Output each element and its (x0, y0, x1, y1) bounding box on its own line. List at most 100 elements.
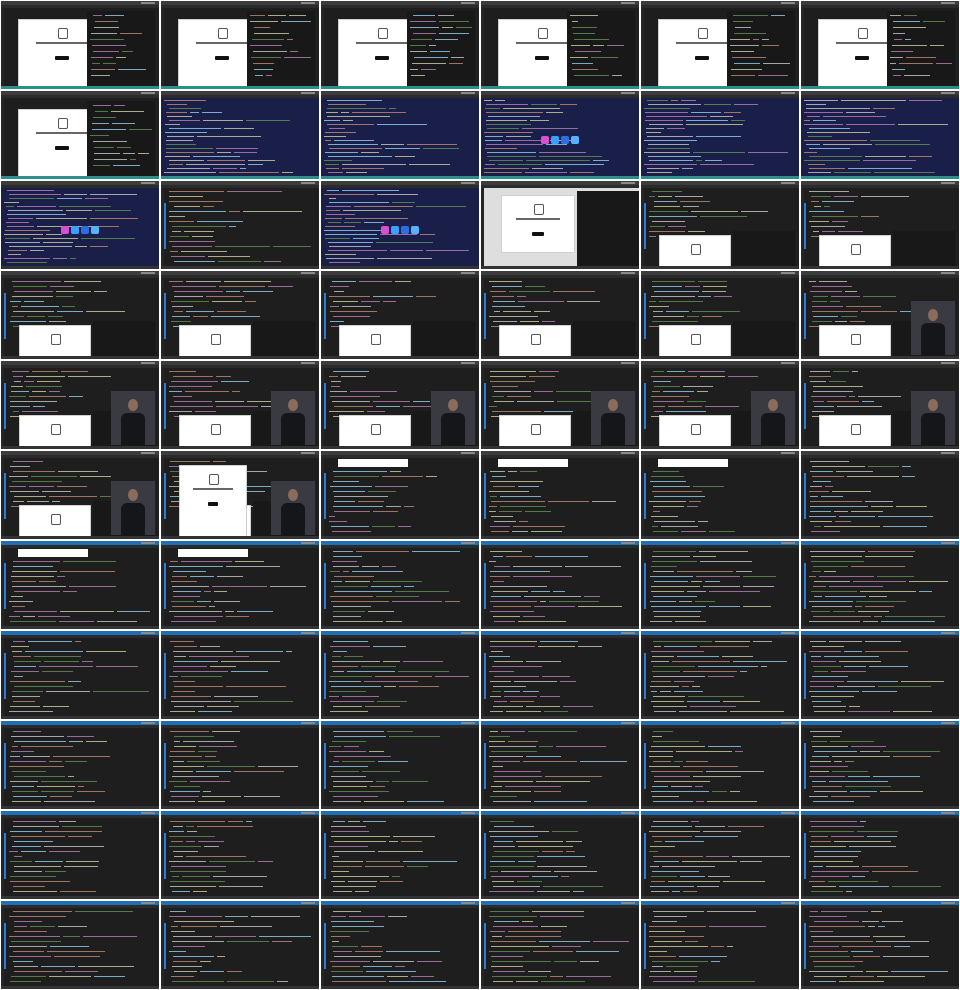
frame-thumbnail[interactable] (481, 901, 639, 989)
frame-thumbnail[interactable] (161, 541, 319, 629)
code-line (13, 961, 33, 962)
code-line (171, 976, 194, 977)
frame-thumbnail[interactable] (481, 181, 639, 269)
frame-thumbnail[interactable] (161, 271, 319, 359)
frame-thumbnail[interactable] (1, 631, 159, 719)
status-bar (801, 986, 959, 989)
frame-thumbnail[interactable] (481, 631, 639, 719)
app-icon[interactable] (391, 226, 399, 234)
frame-thumbnail[interactable] (801, 901, 959, 989)
frame-thumbnail[interactable] (641, 721, 799, 809)
frame-thumbnail[interactable] (801, 361, 959, 449)
frame-thumbnail[interactable] (321, 811, 479, 899)
frame-thumbnail[interactable] (641, 1, 799, 89)
app-icon[interactable] (551, 136, 559, 144)
frame-thumbnail[interactable] (1, 91, 159, 179)
frame-thumbnail[interactable] (481, 451, 639, 539)
code-line (232, 391, 240, 392)
frame-thumbnail[interactable] (321, 631, 479, 719)
code-line (865, 606, 894, 607)
frame-thumbnail[interactable] (641, 631, 799, 719)
app-icon[interactable] (411, 226, 419, 234)
frame-thumbnail[interactable] (1, 541, 159, 629)
frame-thumbnail[interactable] (641, 181, 799, 269)
frame-thumbnail[interactable] (801, 91, 959, 179)
code-line (68, 376, 111, 377)
frame-thumbnail[interactable] (1, 1, 159, 89)
frame-thumbnail[interactable] (481, 541, 639, 629)
side-panel (887, 11, 955, 86)
app-icon[interactable] (381, 226, 389, 234)
frame-thumbnail[interactable] (801, 271, 959, 359)
code-line (650, 886, 694, 887)
app-icon[interactable] (61, 226, 69, 234)
frame-thumbnail[interactable] (641, 541, 799, 629)
code-line (65, 761, 87, 762)
code-line (711, 946, 724, 947)
side-panel (727, 11, 795, 86)
frame-thumbnail[interactable] (161, 811, 319, 899)
frame-thumbnail[interactable] (801, 631, 959, 719)
frame-thumbnail[interactable] (1, 811, 159, 899)
frame-thumbnail[interactable] (321, 901, 479, 989)
frame-thumbnail[interactable] (1, 181, 159, 269)
frame-thumbnail[interactable] (1, 361, 159, 449)
code-line (893, 21, 920, 22)
frame-thumbnail[interactable] (641, 361, 799, 449)
frame-thumbnail[interactable] (161, 631, 319, 719)
frame-thumbnail[interactable] (161, 721, 319, 809)
code-line (865, 556, 913, 557)
frame-thumbnail[interactable] (161, 901, 319, 989)
frame-thumbnail[interactable] (801, 1, 959, 89)
app-icon[interactable] (541, 136, 549, 144)
code-line (809, 376, 831, 377)
app-icon[interactable] (91, 226, 99, 234)
menu-bar (161, 365, 319, 368)
frame-thumbnail[interactable] (641, 811, 799, 899)
app-icon[interactable] (401, 226, 409, 234)
frame-thumbnail[interactable] (481, 811, 639, 899)
code-line (231, 671, 268, 672)
frame-thumbnail[interactable] (481, 721, 639, 809)
frame-thumbnail[interactable] (481, 91, 639, 179)
frame-thumbnail[interactable] (801, 721, 959, 809)
app-icon[interactable] (71, 226, 79, 234)
frame-thumbnail[interactable] (1, 721, 159, 809)
frame-thumbnail[interactable] (321, 541, 479, 629)
frame-thumbnail[interactable] (481, 271, 639, 359)
frame-thumbnail[interactable] (321, 451, 479, 539)
frame-thumbnail[interactable] (161, 361, 319, 449)
frame-thumbnail[interactable] (321, 271, 479, 359)
frame-thumbnail[interactable] (161, 181, 319, 269)
frame-thumbnail[interactable] (801, 451, 959, 539)
frame-thumbnail[interactable] (641, 451, 799, 539)
code-line (90, 194, 137, 195)
frame-thumbnail[interactable] (1, 901, 159, 989)
frame-thumbnail[interactable] (321, 181, 479, 269)
frame-thumbnail[interactable] (161, 91, 319, 179)
frame-thumbnail[interactable] (481, 1, 639, 89)
frame-thumbnail[interactable] (1, 451, 159, 539)
frame-thumbnail[interactable] (1, 271, 159, 359)
code-line (644, 164, 697, 165)
code-line (486, 112, 543, 113)
code-line (692, 311, 740, 312)
frame-thumbnail[interactable] (641, 901, 799, 989)
code-line (849, 396, 855, 397)
frame-thumbnail[interactable] (321, 1, 479, 89)
frame-thumbnail[interactable] (481, 361, 639, 449)
frame-thumbnail[interactable] (801, 541, 959, 629)
code-line (386, 951, 440, 952)
app-icon[interactable] (81, 226, 89, 234)
frame-thumbnail[interactable] (801, 811, 959, 899)
app-icon[interactable] (571, 136, 579, 144)
frame-thumbnail[interactable] (321, 361, 479, 449)
frame-thumbnail[interactable] (321, 91, 479, 179)
frame-thumbnail[interactable] (161, 1, 319, 89)
frame-thumbnail[interactable] (641, 91, 799, 179)
frame-thumbnail[interactable] (321, 721, 479, 809)
frame-thumbnail[interactable] (641, 271, 799, 359)
frame-thumbnail[interactable] (161, 451, 319, 539)
app-icon[interactable] (561, 136, 569, 144)
frame-thumbnail[interactable] (801, 181, 959, 269)
